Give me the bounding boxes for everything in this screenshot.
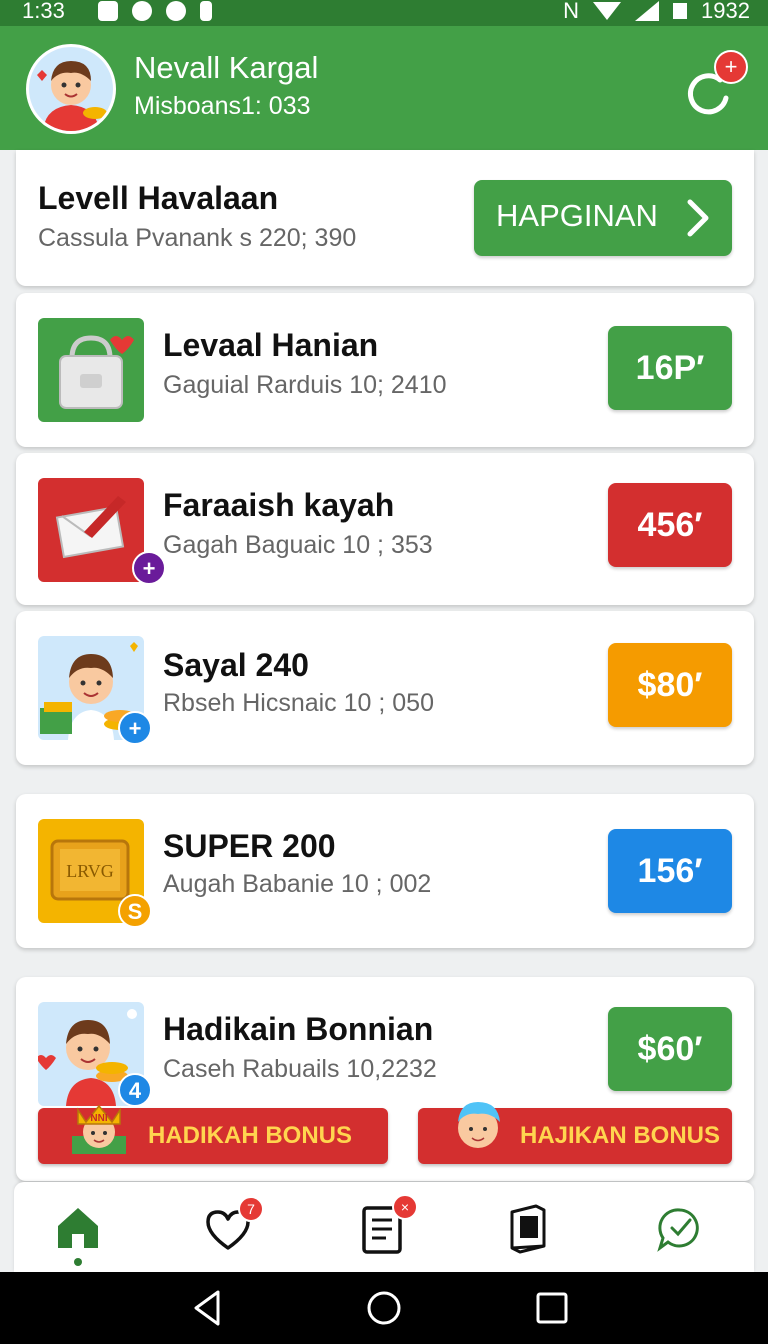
status-time: 1:33 (22, 0, 65, 23)
offer-price-button[interactable]: 456′ (608, 483, 732, 567)
offer-card[interactable]: + Sayal 240 Rbseh Hicsnaic 10 ; 050 $80′ (16, 611, 754, 765)
shopping-bag-icon (59, 335, 134, 409)
bottom-nav: 7 × (14, 1182, 754, 1272)
status-right: N 1932 (563, 0, 750, 24)
offer-price-button[interactable]: 16P′ (608, 326, 732, 410)
bonus-label-left: HADIKAH BONUS (148, 1122, 352, 1149)
nav-favorites[interactable]: 7 (198, 1196, 264, 1258)
bonus-button-right[interactable]: HAJIKAN BONUS (418, 1102, 732, 1164)
notification-badge[interactable]: + (714, 50, 748, 84)
offer-card[interactable]: LRVG S SUPER 200 Augah Babanie 10 ; 002 … (16, 794, 754, 948)
home-icon (58, 1208, 98, 1248)
level-action-label: HAPGINAN (496, 198, 658, 233)
nav-store[interactable] (498, 1198, 558, 1258)
recents-icon[interactable] (528, 1284, 576, 1332)
user-subtitle: Misboans1: 033 (134, 92, 311, 120)
offer-title: Hadikain Bonnian (163, 1011, 434, 1047)
offer-title: SUPER 200 (163, 828, 336, 864)
nav-chat[interactable] (650, 1198, 710, 1258)
offer-price-button[interactable]: $80′ (608, 643, 732, 727)
box-label: LRVG (66, 861, 114, 881)
store-icon (510, 1204, 546, 1254)
offer-subtitle: Gaguial Rarduis 10; 2410 (163, 371, 447, 399)
offer-subtitle: Rbseh Hicsnaic 10 ; 050 (163, 689, 434, 717)
orders-badge: × (392, 1194, 418, 1220)
home-circle-icon[interactable] (360, 1284, 408, 1332)
app-header: Nevall Kargal Misboans1: 033 + (0, 26, 768, 150)
system-nav-bar (0, 1272, 768, 1344)
offer-thumbnail (38, 478, 144, 582)
sync-notification-icon (132, 1, 152, 21)
level-action-button[interactable]: HAPGINAN (474, 180, 732, 256)
user-name: Nevall Kargal (134, 50, 319, 85)
lock-notification-icon (200, 1, 212, 21)
chat-check-icon (657, 1208, 699, 1252)
offer-price-button[interactable]: 156′ (608, 829, 732, 913)
offer-add-badge[interactable]: + (132, 551, 166, 585)
mail-icon (55, 496, 126, 559)
offer-title: Levaal Hanian (163, 327, 379, 363)
chevron-right-icon (687, 199, 709, 237)
bonus-label-right: HAJIKAN BONUS (520, 1122, 721, 1149)
signal-icon (635, 1, 660, 21)
level-subtitle: Cassula Pvanank s 220; 390 (38, 224, 357, 252)
nfc-icon: N (563, 0, 580, 23)
nav-orders[interactable]: × (352, 1194, 418, 1258)
offer-coin-badge: S (118, 894, 152, 928)
offer-title: Faraaish kayah (163, 487, 395, 523)
music-notification-icon (98, 1, 118, 21)
offer-thumbnail (38, 318, 144, 422)
offer-card[interactable]: + Faraaish kayah Gagah Baguaic 10 ; 353 … (16, 453, 754, 605)
level-title: Levell Havalaan (38, 180, 279, 216)
offer-subtitle: Gagah Baguaic 10 ; 353 (163, 531, 433, 559)
offer-add-badge[interactable]: + (118, 711, 152, 745)
king-boy-icon: NNI (72, 1104, 126, 1154)
bonus-button-left[interactable]: NNI HADIKAH BONUS (38, 1104, 388, 1164)
circle-notification-icon (166, 1, 186, 21)
status-bar: 1:33 N 1932 (0, 0, 768, 26)
level-card: Levell Havalaan Cassula Pvanank s 220; 3… (16, 150, 754, 286)
active-indicator (74, 1258, 82, 1266)
back-icon[interactable] (184, 1284, 232, 1332)
battery-icon (673, 3, 688, 19)
nav-home[interactable] (48, 1198, 108, 1266)
boy-avatar-icon (29, 47, 113, 131)
offer-card[interactable]: Levaal Hanian Gaguial Rarduis 10; 2410 1… (16, 293, 754, 447)
offer-title: Sayal 240 (163, 647, 309, 683)
status-notification-icons (98, 1, 212, 21)
offer-subtitle: Augah Babanie 10 ; 002 (163, 870, 432, 898)
wifi-icon (593, 2, 622, 20)
offer-price-button[interactable]: $60′ (608, 1007, 732, 1091)
crown-label: NNI (90, 1113, 107, 1124)
favorites-badge: 7 (238, 1196, 264, 1222)
avatar[interactable] (26, 44, 116, 134)
status-right-text: 1932 (701, 0, 750, 23)
bonus-boy-icon (458, 1102, 500, 1148)
offer-subtitle: Caseh Rabuails 10,2232 (163, 1055, 437, 1083)
